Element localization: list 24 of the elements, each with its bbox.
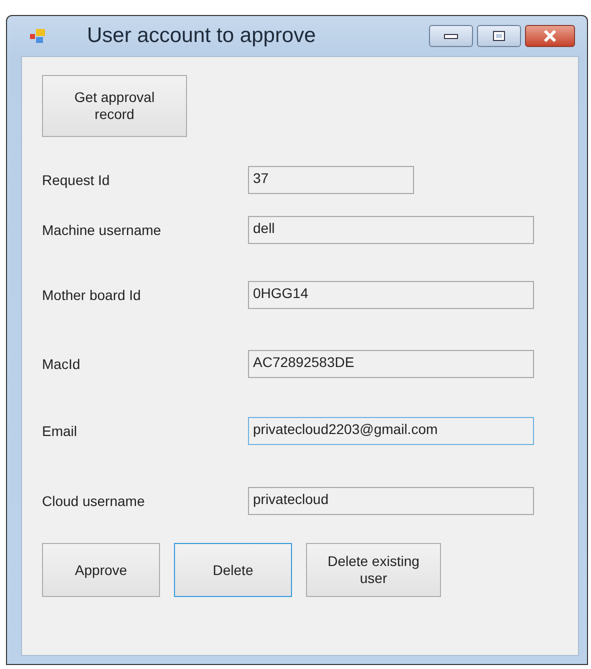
get-approval-record-button[interactable]: Get approval record <box>42 75 187 137</box>
field-label: Cloud username <box>42 492 146 510</box>
field-label: Mother board Id <box>42 286 142 304</box>
text-field[interactable]: 37 <box>248 166 414 194</box>
field-label: MacId <box>42 354 82 374</box>
text-field[interactable]: AC72892583DE <box>248 350 534 378</box>
maximize-icon <box>493 31 505 41</box>
minimize-button[interactable] <box>429 25 473 47</box>
action-button[interactable]: Delete existing user <box>306 543 441 597</box>
close-icon <box>543 30 557 42</box>
field-label: Request Id <box>42 170 111 190</box>
field-label: Machine username <box>42 220 162 240</box>
text-field[interactable]: 0HGG14 <box>248 281 534 309</box>
maximize-button[interactable] <box>477 25 521 47</box>
app-icon <box>29 28 47 44</box>
action-button[interactable]: Approve <box>42 543 160 597</box>
text-field[interactable]: privatecloud2203@gmail.com <box>248 417 534 445</box>
text-field[interactable]: dell <box>248 216 534 244</box>
action-button[interactable]: Delete <box>174 543 292 597</box>
text-field[interactable]: privatecloud <box>248 487 534 515</box>
field-label: Email <box>42 422 78 440</box>
minimize-icon <box>444 34 458 38</box>
window-title: User account to approve <box>87 23 316 50</box>
close-button[interactable] <box>525 25 575 47</box>
